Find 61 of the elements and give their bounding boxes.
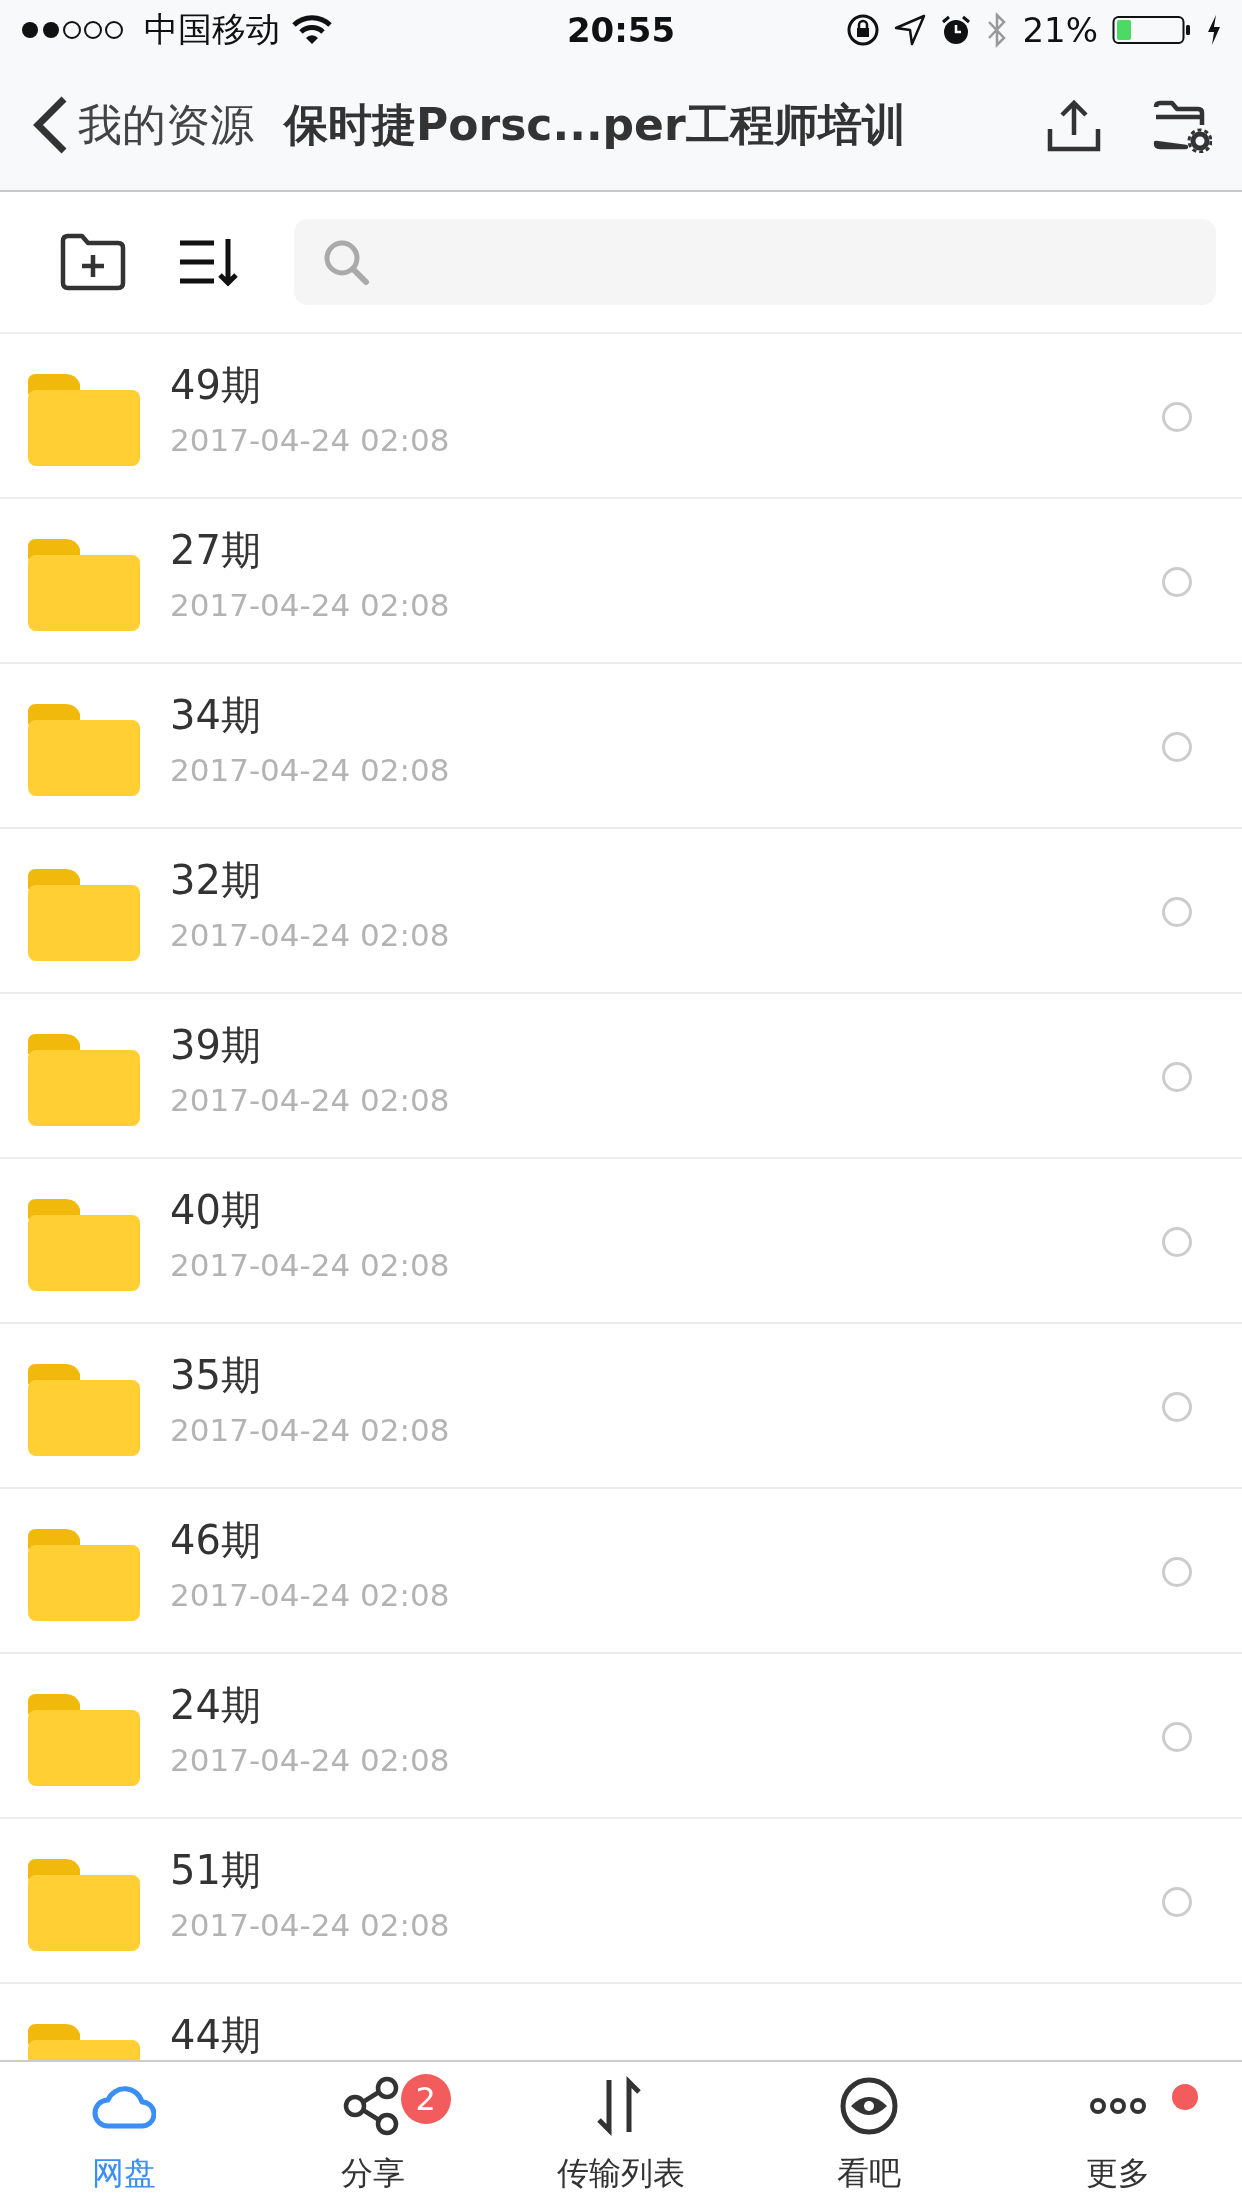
select-circle[interactable]: [1162, 402, 1192, 432]
rotation-lock-icon: [846, 13, 881, 47]
search-icon: [322, 238, 370, 286]
battery-icon: [1112, 15, 1192, 45]
upload-icon[interactable]: [1046, 97, 1102, 153]
tab-label[interactable]: 传输列表: [557, 2152, 685, 2196]
folder-icon[interactable]: [28, 1199, 140, 1291]
folder-icon[interactable]: [28, 869, 140, 961]
new-folder-icon[interactable]: [60, 233, 126, 291]
folder-icon[interactable]: [28, 1364, 140, 1456]
folder-icon[interactable]: [28, 704, 140, 796]
modified-date: 2017-04-24 02:08: [170, 752, 451, 788]
modified-date: 2017-04-24 02:08: [170, 917, 451, 953]
select-circle[interactable]: [1162, 1062, 1192, 1092]
modified-date: 2017-04-24 02:08: [170, 587, 451, 623]
folder-icon[interactable]: [28, 539, 140, 631]
battery-percent: 21%: [1022, 10, 1098, 50]
folder-name: 27期: [170, 527, 262, 573]
folder-icon[interactable]: [28, 1859, 140, 1951]
folder-name: 51期: [170, 1847, 262, 1893]
select-circle[interactable]: [1162, 1887, 1192, 1917]
location-icon: [894, 14, 927, 46]
select-circle[interactable]: [1162, 897, 1192, 927]
folder-name: 24期: [170, 1682, 262, 1728]
wifi-icon: [292, 15, 332, 45]
modified-date: 2017-04-24 02:08: [170, 1907, 451, 1943]
search-field[interactable]: [294, 219, 1216, 305]
folder-icon[interactable]: [28, 374, 140, 466]
charging-icon: [1206, 15, 1222, 45]
folder-name: 44期: [170, 2012, 262, 2058]
folder-name: 40期: [170, 1187, 262, 1233]
folder-icon[interactable]: [28, 1529, 140, 1621]
modified-date: 2017-04-24 02:08: [170, 422, 451, 458]
folder-icon[interactable]: [28, 1694, 140, 1786]
folder-name: 34期: [170, 692, 262, 738]
folder-name: 39期: [170, 1022, 262, 1068]
modified-date: 2017-04-24 02:08: [170, 1742, 451, 1778]
count-badge: 2: [400, 2074, 451, 2124]
tab-label[interactable]: 分享: [340, 2152, 405, 2196]
clock-time: 20:55: [565, 10, 677, 50]
select-circle[interactable]: [1162, 732, 1192, 762]
back-button[interactable]: 我的资源: [30, 95, 254, 155]
select-circle[interactable]: [1162, 1227, 1192, 1257]
tab-label[interactable]: 更多: [1085, 2152, 1150, 2196]
select-circle[interactable]: [1162, 1722, 1192, 1752]
folder-title: 保时捷Porsc...per工程师培训: [284, 97, 907, 152]
folder-name: 49期: [170, 362, 262, 408]
select-circle[interactable]: [1162, 1392, 1192, 1422]
carrier-name: 中国移动: [144, 8, 280, 51]
folder-name: 46期: [170, 1517, 262, 1563]
folder-icon[interactable]: [28, 1034, 140, 1126]
folder-name: 32期: [170, 857, 262, 903]
folder-name: 35期: [170, 1352, 262, 1398]
select-circle[interactable]: [1162, 567, 1192, 597]
alarm-icon: [940, 14, 973, 46]
tab-label[interactable]: 看吧: [837, 2152, 902, 2196]
modified-date: 2017-04-24 02:08: [170, 1247, 451, 1283]
modified-date: 2017-04-24 02:08: [170, 1577, 451, 1613]
modified-date: 2017-04-24 02:08: [170, 1412, 451, 1448]
select-circle[interactable]: [1162, 1557, 1192, 1587]
modified-date: 2017-04-24 02:08: [170, 1082, 451, 1118]
